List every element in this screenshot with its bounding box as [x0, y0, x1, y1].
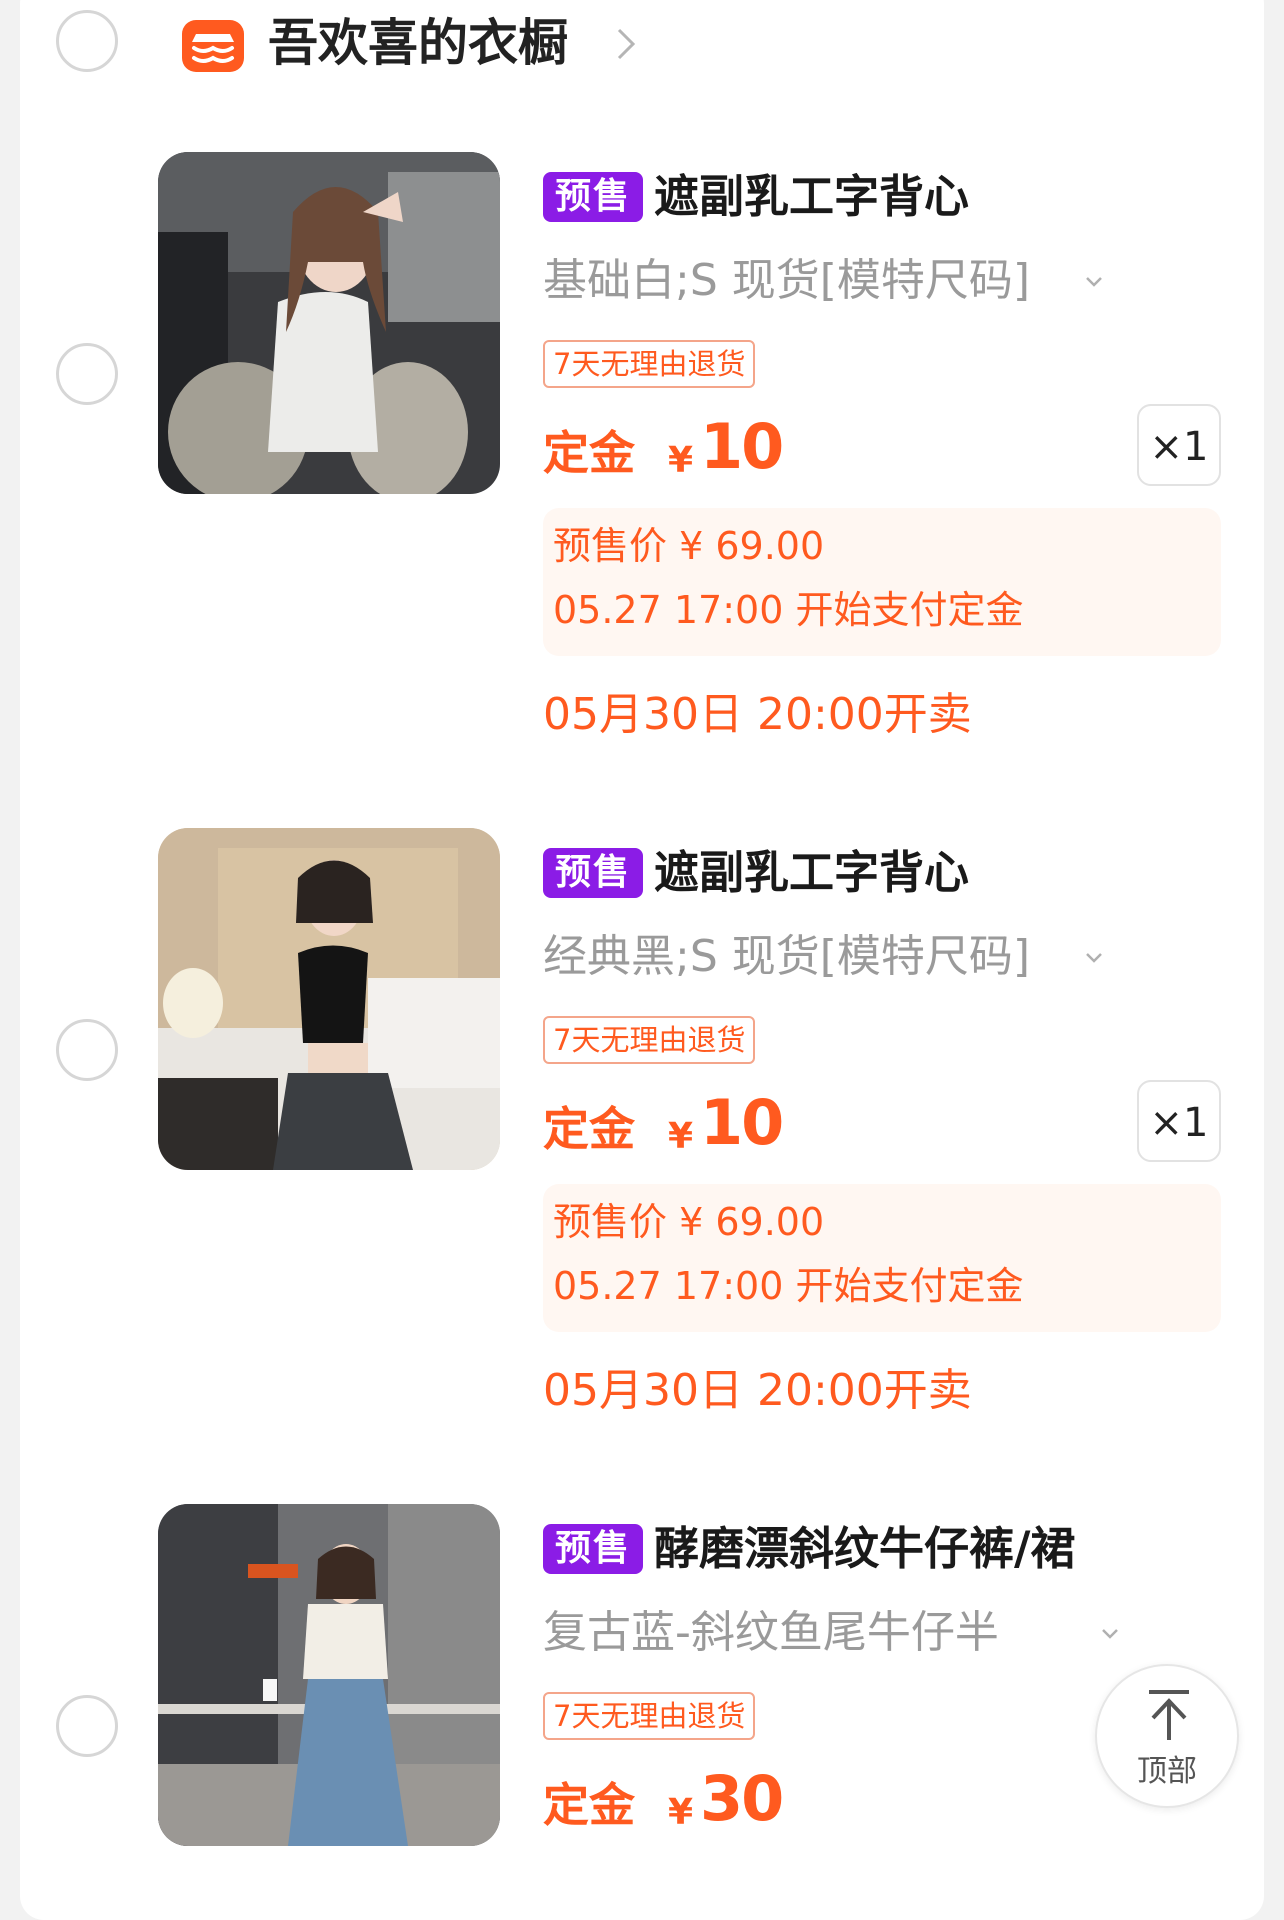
item-select-radio[interactable] — [56, 1695, 118, 1757]
presale-tag: 预售 — [543, 172, 644, 222]
chevron-down-icon[interactable] — [1084, 950, 1104, 969]
chevron-down-icon[interactable] — [1100, 1626, 1120, 1645]
return-policy-badge: 7天无理由退货 — [543, 340, 756, 388]
return-policy-badge: 7天无理由退货 — [543, 1016, 756, 1064]
product-image-white-tank[interactable] — [158, 152, 500, 494]
presale-info-box: 预售价 ¥ 69.00 05.27 17:00 开始支付定金 — [543, 1184, 1221, 1332]
store-name[interactable]: 吾欢喜的衣橱 — [268, 10, 568, 76]
cart-item: 预售 遮副乳工字背心 基础白;S 现货[模特尺码] 7天无理由退货 定金 ¥ 1… — [0, 152, 1284, 828]
sku-selector[interactable]: 经典黑;S 现货[模特尺码] — [543, 924, 1030, 990]
deposit-amount: 30 — [700, 1762, 784, 1835]
store-select-radio[interactable] — [56, 10, 118, 72]
deposit-amount: 10 — [700, 1086, 784, 1159]
deposit-amount: 10 — [700, 410, 784, 483]
store-icon — [182, 20, 244, 72]
presale-tag: 预售 — [543, 848, 644, 898]
item-select-radio[interactable] — [56, 1019, 118, 1081]
deposit-label: 定金 — [543, 1102, 635, 1156]
item-select-radio[interactable] — [56, 343, 118, 405]
deposit-label: 定金 — [543, 426, 635, 480]
currency-symbol: ¥ — [668, 1116, 694, 1157]
product-image-denim-skirt[interactable] — [158, 1504, 500, 1846]
deposit-start-time: 05.27 17:00 开始支付定金 — [553, 1264, 1024, 1308]
quantity-stepper[interactable]: ×1 — [1137, 1080, 1221, 1162]
product-title[interactable]: 遮副乳工字背心 — [654, 164, 969, 230]
back-to-top-label: 顶部 — [1137, 1754, 1197, 1789]
sale-start-time: 05月30日 20:00开卖 — [543, 1365, 972, 1416]
currency-symbol: ¥ — [668, 440, 694, 481]
cart-item: 预售 遮副乳工字背心 经典黑;S 现货[模特尺码] 7天无理由退货 定金 ¥ 1… — [0, 828, 1284, 1504]
product-title[interactable]: 酵磨漂斜纹牛仔裤/裙 — [654, 1516, 1075, 1582]
cart-item: 预售 酵磨漂斜纹牛仔裤/裙 复古蓝-斜纹鱼尾牛仔半 7天无理由退货 定金 ¥ 3… — [0, 1504, 1284, 1884]
product-image-black-tank[interactable] — [158, 828, 500, 1170]
chevron-right-icon[interactable] — [615, 26, 637, 66]
presale-price: 预售价 ¥ 69.00 — [553, 1200, 825, 1244]
presale-price: 预售价 ¥ 69.00 — [553, 524, 825, 568]
presale-info-box: 预售价 ¥ 69.00 05.27 17:00 开始支付定金 — [543, 508, 1221, 656]
sku-selector[interactable]: 基础白;S 现货[模特尺码] — [543, 248, 1030, 314]
presale-tag: 预售 — [543, 1524, 644, 1574]
chevron-down-icon[interactable] — [1084, 274, 1104, 293]
return-policy-badge: 7天无理由退货 — [543, 1692, 756, 1740]
quantity-stepper[interactable]: ×1 — [1137, 404, 1221, 486]
sale-start-time: 05月30日 20:00开卖 — [543, 689, 972, 740]
store-header[interactable]: 吾欢喜的衣橱 — [0, 0, 1284, 90]
back-to-top-button[interactable]: 顶部 — [1095, 1664, 1239, 1808]
sku-selector[interactable]: 复古蓝-斜纹鱼尾牛仔半 — [543, 1600, 999, 1666]
deposit-label: 定金 — [543, 1778, 635, 1832]
currency-symbol: ¥ — [668, 1792, 694, 1833]
arrow-up-icon — [1145, 1688, 1193, 1746]
product-title[interactable]: 遮副乳工字背心 — [654, 840, 969, 906]
deposit-start-time: 05.27 17:00 开始支付定金 — [553, 588, 1024, 632]
